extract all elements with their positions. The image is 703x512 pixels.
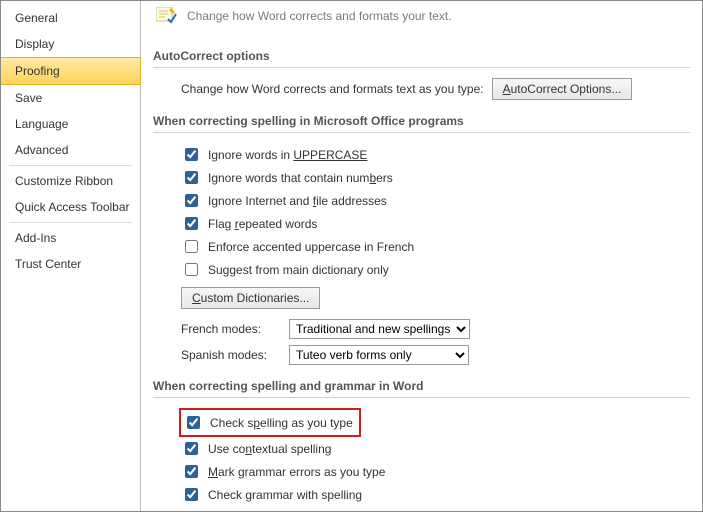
sidebar-separator <box>9 165 132 166</box>
suggest-main-checkbox[interactable] <box>185 263 198 276</box>
page-banner: Change how Word corrects and formats you… <box>153 5 690 35</box>
sidebar-item-advanced[interactable]: Advanced <box>1 137 140 163</box>
sidebar-item-save[interactable]: Save <box>1 85 140 111</box>
flag-repeated-checkbox[interactable] <box>185 217 198 230</box>
ignore-uppercase-checkbox-row[interactable]: Ignore words in UPPERCASE <box>181 143 690 166</box>
options-sidebar: General Display Proofing Save Language A… <box>1 1 141 511</box>
sidebar-item-addins[interactable]: Add-Ins <box>1 225 140 251</box>
ignore-numbers-label: Ignore words that contain numbers <box>208 171 393 185</box>
sidebar-separator <box>9 222 132 223</box>
enforce-french-checkbox[interactable] <box>185 240 198 253</box>
french-modes-label: French modes: <box>181 322 281 336</box>
contextual-spelling-label: Use contextual spelling <box>208 442 331 456</box>
contextual-spelling-checkbox-row[interactable]: Use contextual spelling <box>181 437 690 460</box>
ignore-numbers-checkbox[interactable] <box>185 171 198 184</box>
sidebar-item-quick-access[interactable]: Quick Access Toolbar <box>1 194 140 220</box>
mark-grammar-checkbox[interactable] <box>185 465 198 478</box>
check-spelling-checkbox-row[interactable]: Check spelling as you type <box>181 411 353 434</box>
readability-checkbox-row[interactable]: Show readability statistics <box>181 506 690 511</box>
suggest-main-checkbox-row[interactable]: Suggest from main dictionary only <box>181 258 690 281</box>
contextual-spelling-checkbox[interactable] <box>185 442 198 455</box>
spanish-modes-label: Spanish modes: <box>181 348 281 362</box>
autocorrect-options-button[interactable]: AAutoCorrect Options...utoCorrect Option… <box>492 78 633 100</box>
suggest-main-label: Suggest from main dictionary only <box>208 263 389 277</box>
french-modes-select[interactable]: Traditional and new spellings <box>289 319 470 339</box>
check-spelling-checkbox[interactable] <box>187 416 200 429</box>
ignore-internet-checkbox[interactable] <box>185 194 198 207</box>
ignore-uppercase-label: Ignore words in UPPERCASE <box>208 148 367 162</box>
check-spelling-label: Check spelling as you type <box>210 416 353 430</box>
sidebar-item-trust-center[interactable]: Trust Center <box>1 251 140 277</box>
sidebar-item-customize-ribbon[interactable]: Customize Ribbon <box>1 168 140 194</box>
section-word-title: When correcting spelling and grammar in … <box>153 371 690 398</box>
section-office-title: When correcting spelling in Microsoft Of… <box>153 106 690 133</box>
ignore-internet-checkbox-row[interactable]: Ignore Internet and file addresses <box>181 189 690 212</box>
sidebar-item-general[interactable]: General <box>1 5 140 31</box>
enforce-french-label: Enforce accented uppercase in French <box>208 240 414 254</box>
ignore-uppercase-checkbox[interactable] <box>185 148 198 161</box>
sidebar-item-proofing[interactable]: Proofing <box>1 57 141 85</box>
sidebar-item-display[interactable]: Display <box>1 31 140 57</box>
custom-dictionaries-button[interactable]: Custom Dictionaries... <box>181 287 320 309</box>
enforce-french-checkbox-row[interactable]: Enforce accented uppercase in French <box>181 235 690 258</box>
mark-grammar-label: Mark grammar errors as you type <box>208 465 385 479</box>
grammar-with-spelling-checkbox-row[interactable]: Check grammar with spelling <box>181 483 690 506</box>
options-main-pane: Change how Word corrects and formats you… <box>141 1 702 511</box>
flag-repeated-label: Flag repeated words <box>208 217 317 231</box>
grammar-with-spelling-label: Check grammar with spelling <box>208 488 362 502</box>
ignore-numbers-checkbox-row[interactable]: Ignore words that contain numbers <box>181 166 690 189</box>
ignore-internet-label: Ignore Internet and file addresses <box>208 194 387 208</box>
autocorrect-desc: Change how Word corrects and formats tex… <box>181 82 484 96</box>
sidebar-item-language[interactable]: Language <box>1 111 140 137</box>
section-autocorrect-title: AutoCorrect options <box>153 41 690 68</box>
page-banner-text: Change how Word corrects and formats you… <box>187 9 452 23</box>
highlight-check-spelling: Check spelling as you type <box>179 408 361 437</box>
proofing-icon <box>155 7 179 25</box>
spanish-modes-select[interactable]: Tuteo verb forms only <box>289 345 469 365</box>
readability-label: Show readability statistics <box>208 511 345 512</box>
flag-repeated-checkbox-row[interactable]: Flag repeated words <box>181 212 690 235</box>
mark-grammar-checkbox-row[interactable]: Mark grammar errors as you type <box>181 460 690 483</box>
grammar-with-spelling-checkbox[interactable] <box>185 488 198 501</box>
